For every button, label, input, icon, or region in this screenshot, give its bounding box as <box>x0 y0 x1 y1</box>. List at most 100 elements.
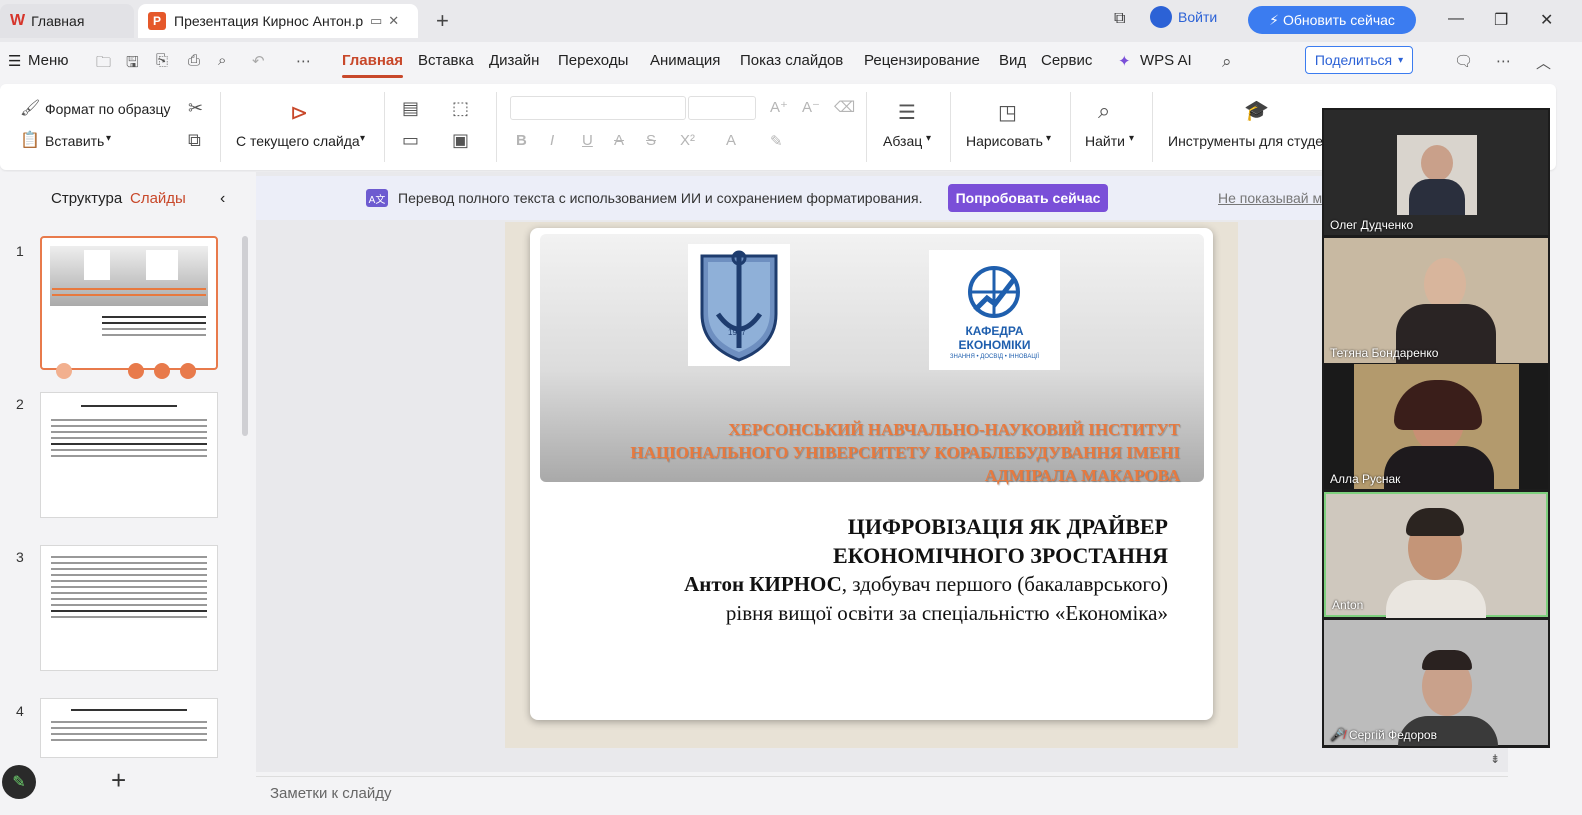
tab-home[interactable]: W Главная <box>0 4 134 38</box>
tab-structure[interactable]: Структура <box>51 190 122 207</box>
participant-tile[interactable]: Алла Руснак <box>1324 364 1548 490</box>
menu-item-animation[interactable]: Анимация <box>650 52 720 69</box>
try-now-button[interactable]: Попробовать сейчас <box>948 184 1108 212</box>
slide-thumbnail-2[interactable] <box>40 392 218 518</box>
paragraph-chevron-icon[interactable]: ▾ <box>926 133 931 144</box>
divider <box>1070 92 1071 162</box>
increase-font-icon[interactable]: A⁺ <box>770 98 788 116</box>
highlight-icon[interactable]: ✎ <box>770 132 783 150</box>
student-tools-button[interactable]: Инструменты для студен <box>1168 133 1331 149</box>
strikethrough-icon[interactable]: A <box>614 132 624 149</box>
wps-ai-button[interactable]: WPS AI <box>1140 52 1192 69</box>
menu-item-view[interactable]: Вид <box>999 52 1026 69</box>
new-slide-icon[interactable]: ▤ <box>402 98 419 119</box>
decrease-font-icon[interactable]: A⁻ <box>802 98 820 116</box>
menu-button[interactable]: Меню <box>28 52 69 69</box>
reset-icon[interactable]: ▣ <box>452 130 469 151</box>
section-icon[interactable]: ▭ <box>402 130 419 151</box>
layout-icon[interactable]: ⬚ <box>452 98 469 119</box>
close-tab-icon[interactable]: ✕ <box>388 13 399 29</box>
slide-number: 1 <box>16 243 24 259</box>
menu-item-slideshow[interactable]: Показ слайдов <box>740 52 843 69</box>
draw-button[interactable]: Нарисовать <box>966 133 1043 149</box>
slide-notes[interactable]: Заметки к слайду <box>256 776 1508 815</box>
slide-thumbnail-3[interactable] <box>40 545 218 671</box>
dont-show-link[interactable]: Не показывай м <box>1218 190 1322 206</box>
comment-icon[interactable]: 🗨 <box>1454 52 1473 70</box>
participant-tile[interactable]: Тетяна Бондаренко <box>1324 238 1548 364</box>
bold-icon[interactable]: B <box>516 132 527 149</box>
font-family-select[interactable] <box>510 96 686 120</box>
paragraph-button[interactable]: Абзац <box>883 133 922 149</box>
tab-slides[interactable]: Слайды <box>130 190 186 207</box>
save-icon[interactable]: 🖫 <box>126 52 139 77</box>
play-thumb-icon[interactable] <box>56 363 72 379</box>
add-thumb-icon[interactable] <box>180 363 196 379</box>
add-slide-button[interactable]: + <box>111 765 126 796</box>
expand-notes-icon[interactable]: ⇟ <box>1490 752 1500 766</box>
institute-line: АДМІРАЛА МАКАРОВА <box>984 466 1180 485</box>
slide-thumbnail-1[interactable] <box>40 236 218 370</box>
pen-icon[interactable]: ✎ <box>2 765 36 799</box>
from-current-chevron-icon[interactable]: ▾ <box>360 133 365 144</box>
participant-tile[interactable]: Anton <box>1324 492 1548 618</box>
search-icon[interactable]: ⌕ <box>1222 52 1232 72</box>
overflow-icon[interactable]: ⋯ <box>1496 52 1511 70</box>
print-preview-icon[interactable]: ⌕ <box>218 52 226 69</box>
monitor-icon[interactable]: ▭ <box>370 13 382 29</box>
underline-icon[interactable]: U <box>582 132 593 149</box>
format-painter-button[interactable]: Формат по образцу <box>45 101 171 117</box>
italic-icon[interactable]: I <box>550 132 554 149</box>
kafedra-line2: ЕКОНОМІКИ <box>958 338 1031 352</box>
share-button[interactable]: Поделиться ▾ <box>1305 46 1413 74</box>
thumb-action-icon[interactable] <box>128 363 144 379</box>
menu-item-home[interactable]: Главная <box>342 52 404 78</box>
participant-tile[interactable]: 🎤̸ Сергій Федоров <box>1324 620 1548 746</box>
thumb-action-icon[interactable] <box>154 363 170 379</box>
menu-item-insert[interactable]: Вставка <box>418 52 474 69</box>
menu-item-service[interactable]: Сервис <box>1041 52 1092 69</box>
collapse-panel-icon[interactable]: ‹ <box>220 190 225 208</box>
font-size-select[interactable] <box>688 96 756 120</box>
find-button[interactable]: Найти <box>1085 133 1125 149</box>
more-icon[interactable]: ⋯ <box>296 52 311 70</box>
update-button[interactable]: ⚡ Обновить сейчас <box>1248 6 1416 34</box>
superscript-icon[interactable]: X² <box>680 132 695 149</box>
find-chevron-icon[interactable]: ▾ <box>1129 133 1134 144</box>
close-window-icon[interactable]: ✕ <box>1540 10 1553 30</box>
collapse-ribbon-icon[interactable]: ︿ <box>1536 52 1551 73</box>
minimize-icon[interactable]: — <box>1448 10 1464 28</box>
open-folder-icon[interactable]: 🗀 <box>96 52 111 77</box>
login-button[interactable]: Войти <box>1150 6 1217 28</box>
paste-chevron-icon[interactable]: ▾ <box>106 133 111 144</box>
hamburger-icon[interactable]: ☰ <box>8 52 21 70</box>
menu-item-review[interactable]: Рецензирование <box>864 52 980 69</box>
font-color-icon[interactable]: A <box>726 132 736 149</box>
new-tab-button[interactable]: + <box>436 8 449 34</box>
export-icon[interactable]: ⎘ <box>156 52 168 69</box>
mic-off-icon: 🎤̸ <box>1330 728 1345 742</box>
copy-icon[interactable]: ⧉ <box>188 130 201 151</box>
graduation-cap-icon: 🎓 <box>1244 100 1269 122</box>
from-current-slide-button[interactable]: С текущего слайда <box>236 133 360 149</box>
slide-thumbnail-4[interactable] <box>40 698 218 758</box>
draw-chevron-icon[interactable]: ▾ <box>1046 133 1051 144</box>
cut-icon[interactable]: ✂ <box>188 98 203 119</box>
participant-video <box>1354 364 1519 490</box>
play-from-current-icon[interactable]: ⊳ <box>290 100 308 126</box>
tab-document-label: Презентация Кирнос Антон.p <box>174 13 364 29</box>
slides-scrollbar[interactable] <box>242 236 248 436</box>
tab-document[interactable]: P Презентация Кирнос Антон.p ▭ ✕ <box>138 4 418 38</box>
restore-windows-icon[interactable]: ⧉ <box>1114 10 1125 28</box>
menu-item-transitions[interactable]: Переходы <box>558 52 628 69</box>
undo-icon[interactable]: ↶ <box>252 52 265 70</box>
paste-button[interactable]: Вставить <box>45 133 104 149</box>
participant-tile[interactable]: Олег Дудченко <box>1324 110 1548 235</box>
university-emblem: 1967 <box>688 244 790 366</box>
menu-item-design[interactable]: Дизайн <box>489 52 539 69</box>
print-icon[interactable]: ⎙ <box>188 52 200 69</box>
clear-format-icon[interactable]: ⌫ <box>834 98 855 116</box>
double-strike-icon[interactable]: S <box>646 132 656 149</box>
institute-line: ХЕРСОНСЬКИЙ НАВЧАЛЬНО-НАУКОВИЙ ІНСТИТУТ <box>728 420 1180 439</box>
maximize-icon[interactable]: ❐ <box>1494 10 1508 30</box>
